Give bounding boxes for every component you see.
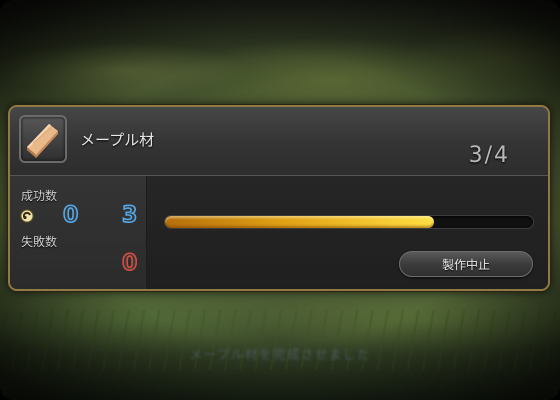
item-name: メープル材 bbox=[80, 131, 155, 149]
quality-bonus-icon bbox=[20, 209, 34, 223]
step-counter: 3/4 bbox=[468, 143, 510, 168]
failure-count: 0 bbox=[121, 251, 138, 276]
success-label: 成功数 bbox=[21, 189, 58, 203]
progress-area: 製作中止 bbox=[147, 176, 548, 289]
maple-lumber-icon bbox=[19, 115, 67, 163]
success-count-a: 0 bbox=[62, 203, 79, 228]
failure-label: 失敗数 bbox=[21, 235, 58, 249]
crafting-progress-window: メープル材 3/4 成功数 0 3 失敗数 0 製作中止 bbox=[8, 105, 550, 291]
success-count-b: 3 bbox=[121, 203, 138, 228]
item-header: メープル材 3/4 bbox=[10, 107, 548, 176]
progress-bar-fill bbox=[165, 216, 434, 228]
progress-bar-track bbox=[164, 215, 534, 229]
lumber-plank-icon bbox=[27, 124, 58, 158]
background-caption: メープル材を完成させました bbox=[189, 348, 371, 363]
cancel-crafting-button[interactable]: 製作中止 bbox=[399, 251, 533, 277]
result-stats: 成功数 0 3 失敗数 0 bbox=[10, 176, 147, 289]
